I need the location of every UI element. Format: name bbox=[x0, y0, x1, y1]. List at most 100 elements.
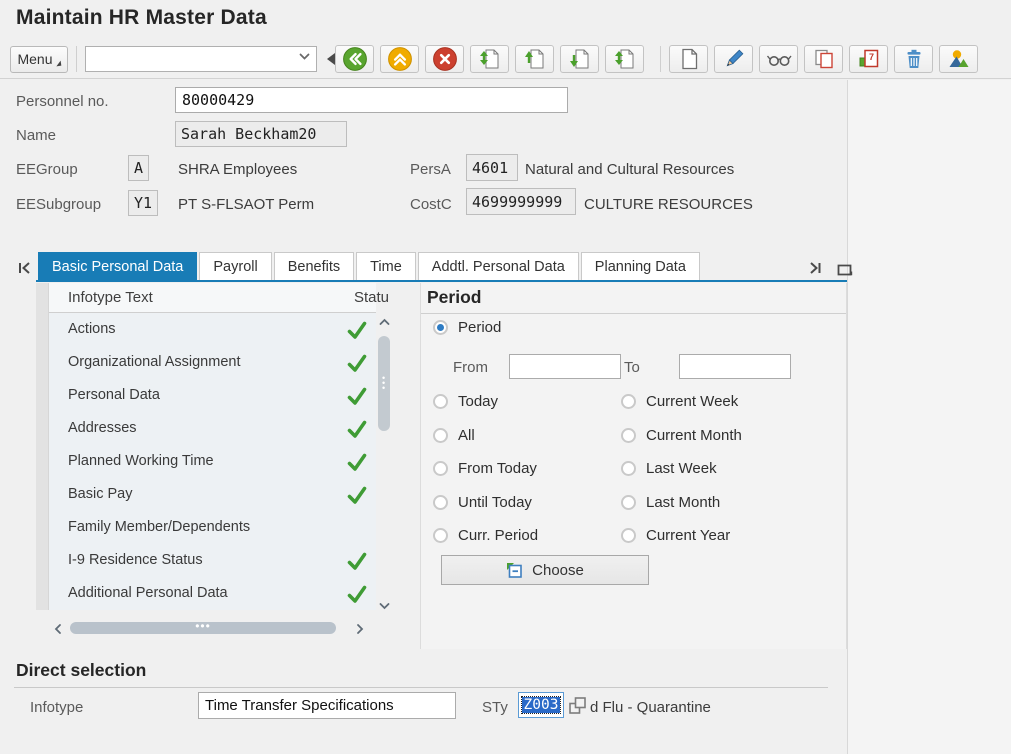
display-glasses-icon bbox=[766, 55, 792, 66]
infotype-row-family-member-dependents[interactable]: Family Member/Dependents bbox=[49, 511, 376, 544]
tab-basic-personal-data[interactable]: Basic Personal Data bbox=[38, 252, 198, 280]
ee-group-label: EEGroup bbox=[16, 161, 78, 178]
infotype-row-additional-personal-data[interactable]: Additional Personal Data bbox=[49, 577, 376, 610]
vertical-scrollbar-thumb[interactable]: • • • bbox=[378, 336, 390, 431]
subtype-matchcode-button[interactable] bbox=[567, 695, 589, 717]
radio-row-last-week: Last Week bbox=[621, 460, 717, 477]
display-button[interactable] bbox=[759, 45, 798, 73]
previous-page-icon bbox=[524, 49, 543, 69]
radio-current-year[interactable] bbox=[621, 528, 636, 544]
first-page-icon bbox=[479, 49, 498, 69]
infotype-row-basic-pay[interactable]: Basic Pay bbox=[49, 478, 376, 511]
radio-current-month[interactable] bbox=[621, 427, 636, 443]
tab-scroll-left-button[interactable] bbox=[14, 256, 36, 280]
infotype-row-planned-working-time[interactable]: Planned Working Time bbox=[49, 445, 376, 478]
menu-button[interactable]: Menu bbox=[10, 45, 68, 73]
from-date-input[interactable] bbox=[509, 354, 621, 379]
status-check-icon bbox=[346, 418, 368, 440]
infotype-row-i-9-residence-status[interactable]: I-9 Residence Status bbox=[49, 544, 376, 577]
radio-until-today[interactable] bbox=[433, 494, 448, 510]
cancel-button[interactable] bbox=[425, 45, 464, 73]
delimit-button[interactable]: 7 bbox=[849, 45, 888, 73]
infotype-row-actions[interactable]: Actions bbox=[49, 313, 376, 346]
tabstrip-active-underline bbox=[36, 280, 847, 282]
delete-trash-icon bbox=[907, 49, 920, 68]
radio-curr-period[interactable] bbox=[433, 528, 448, 544]
tab-scroll-right-button[interactable] bbox=[804, 256, 826, 280]
period-title-underline bbox=[421, 313, 846, 314]
column-header-status: Statu bbox=[354, 289, 390, 306]
infotype-row-text: Family Member/Dependents bbox=[68, 519, 251, 535]
scroll-up-icon[interactable] bbox=[378, 316, 391, 329]
collapse-toolbar-icon[interactable] bbox=[327, 53, 335, 65]
infotype-row-addresses[interactable]: Addresses bbox=[49, 412, 376, 445]
next-page-button[interactable] bbox=[560, 45, 599, 73]
create-button[interactable] bbox=[669, 45, 708, 73]
status-check-icon bbox=[346, 451, 368, 473]
infotype-row-text: Addresses bbox=[68, 420, 137, 436]
radio-label: Current Week bbox=[646, 393, 739, 410]
back-button[interactable] bbox=[335, 45, 374, 73]
delete-button[interactable] bbox=[894, 45, 933, 73]
scroll-down-icon[interactable] bbox=[378, 599, 391, 612]
tabstrip: Basic Personal Data Payroll Benefits Time Ad… bbox=[14, 252, 847, 280]
name-label: Name bbox=[16, 127, 57, 144]
tab-overview-button[interactable] bbox=[834, 256, 856, 280]
chevron-down-icon[interactable] bbox=[298, 50, 311, 68]
copy-button[interactable] bbox=[804, 45, 843, 73]
change-button[interactable] bbox=[714, 45, 753, 73]
period-panel-title: Period bbox=[427, 287, 482, 307]
infotype-label: Infotype bbox=[30, 699, 84, 716]
copy-icon bbox=[814, 49, 833, 69]
scroll-left-icon[interactable] bbox=[52, 622, 64, 640]
scroll-right-icon[interactable] bbox=[354, 622, 366, 640]
infotype-row-personal-data[interactable]: Personal Data bbox=[49, 379, 376, 412]
personnel-no-label: Personnel no. bbox=[16, 93, 109, 110]
name-display-field: Sarah Beckham20 bbox=[175, 121, 347, 147]
horizontal-scrollbar-thumb[interactable]: ••• bbox=[70, 619, 336, 634]
command-field[interactable] bbox=[85, 46, 317, 72]
ee-group-value-field: A bbox=[128, 155, 149, 181]
infotype-input[interactable] bbox=[198, 692, 456, 719]
radio-label: Today bbox=[458, 393, 499, 410]
command-input[interactable] bbox=[86, 48, 298, 70]
personnel-no-input[interactable] bbox=[175, 87, 568, 113]
radio-last-month[interactable] bbox=[621, 494, 636, 510]
menu-button-label: Menu bbox=[17, 51, 53, 67]
radio-last-week[interactable] bbox=[621, 461, 636, 477]
infotype-row-text: Planned Working Time bbox=[68, 453, 214, 469]
right-gutter bbox=[847, 80, 1011, 754]
first-page-button[interactable] bbox=[470, 45, 509, 73]
vertical-scrollbar[interactable]: • • • bbox=[377, 316, 392, 612]
overview-button[interactable] bbox=[939, 45, 978, 73]
subtype-input[interactable]: Z003 bbox=[518, 692, 564, 718]
radio-row-all: All bbox=[433, 427, 475, 444]
choose-button[interactable]: Choose bbox=[441, 555, 649, 585]
tab-scroll-left-icon bbox=[19, 262, 30, 274]
infotype-table: Infotype Text Statu Actions Organizationa… bbox=[36, 283, 389, 610]
subtype-description-text: d Flu - Quarantine bbox=[590, 699, 711, 716]
tab-addtl-personal-data[interactable]: Addtl. Personal Data bbox=[417, 252, 579, 280]
radio-current-week[interactable] bbox=[621, 394, 636, 409]
previous-page-button[interactable] bbox=[515, 45, 554, 73]
radio-all[interactable] bbox=[433, 427, 448, 443]
radio-period[interactable] bbox=[433, 320, 448, 335]
tab-planning-data[interactable]: Planning Data bbox=[580, 252, 700, 280]
tab-payroll[interactable]: Payroll bbox=[199, 252, 272, 280]
tab-time[interactable]: Time bbox=[356, 252, 416, 280]
cancel-icon bbox=[432, 47, 457, 71]
radio-today[interactable] bbox=[433, 394, 448, 409]
radio-row-period: Period bbox=[433, 319, 501, 336]
subtype-selected-value: Z003 bbox=[520, 696, 562, 714]
radio-from-today[interactable] bbox=[433, 461, 448, 477]
horizontal-scrollbar[interactable]: ••• bbox=[44, 619, 374, 636]
to-date-input[interactable] bbox=[679, 354, 791, 379]
exit-button[interactable] bbox=[380, 45, 419, 73]
tab-benefits[interactable]: Benefits bbox=[273, 252, 355, 280]
infotype-row-text: Organizational Assignment bbox=[68, 354, 241, 370]
back-icon bbox=[342, 47, 367, 71]
infotype-row-text: Personal Data bbox=[68, 387, 160, 403]
last-page-button[interactable] bbox=[605, 45, 644, 73]
infotype-row-organizational-assignment[interactable]: Organizational Assignment bbox=[49, 346, 376, 379]
table-selection-column[interactable] bbox=[36, 283, 49, 610]
